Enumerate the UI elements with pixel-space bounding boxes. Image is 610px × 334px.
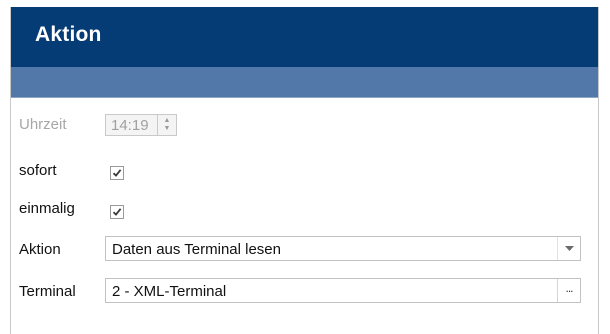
checkmark-icon: [112, 169, 122, 177]
checkmark-icon: [112, 208, 122, 216]
terminal-value: 2 - XML-Terminal: [112, 283, 227, 300]
chevron-down-icon: [565, 246, 574, 251]
time-value: 14:19: [111, 117, 149, 134]
immediate-label: sofort: [19, 162, 57, 179]
spin-down-icon[interactable]: ▼: [158, 125, 176, 133]
terminal-field[interactable]: 2 - XML-Terminal ...: [105, 278, 581, 303]
spin-up-icon[interactable]: ▲: [158, 117, 176, 125]
immediate-checkbox[interactable]: [110, 166, 124, 180]
panel-title: Aktion: [35, 23, 102, 46]
terminal-label: Terminal: [19, 283, 76, 300]
terminal-browse-button[interactable]: ...: [557, 279, 580, 302]
action-value: Daten aus Terminal lesen: [112, 241, 281, 258]
once-checkbox[interactable]: [110, 205, 124, 219]
time-label: Uhrzeit: [19, 116, 67, 133]
time-field[interactable]: 14:19 ▲ ▼: [105, 114, 177, 136]
action-label: Aktion: [19, 241, 61, 258]
toolbar-strip: [11, 67, 598, 98]
action-select[interactable]: Daten aus Terminal lesen: [105, 236, 581, 261]
once-label: einmalig: [19, 200, 75, 217]
time-spinner[interactable]: ▲ ▼: [157, 115, 176, 135]
action-dropdown-button[interactable]: [557, 237, 580, 260]
title-bar: Aktion: [11, 7, 598, 67]
